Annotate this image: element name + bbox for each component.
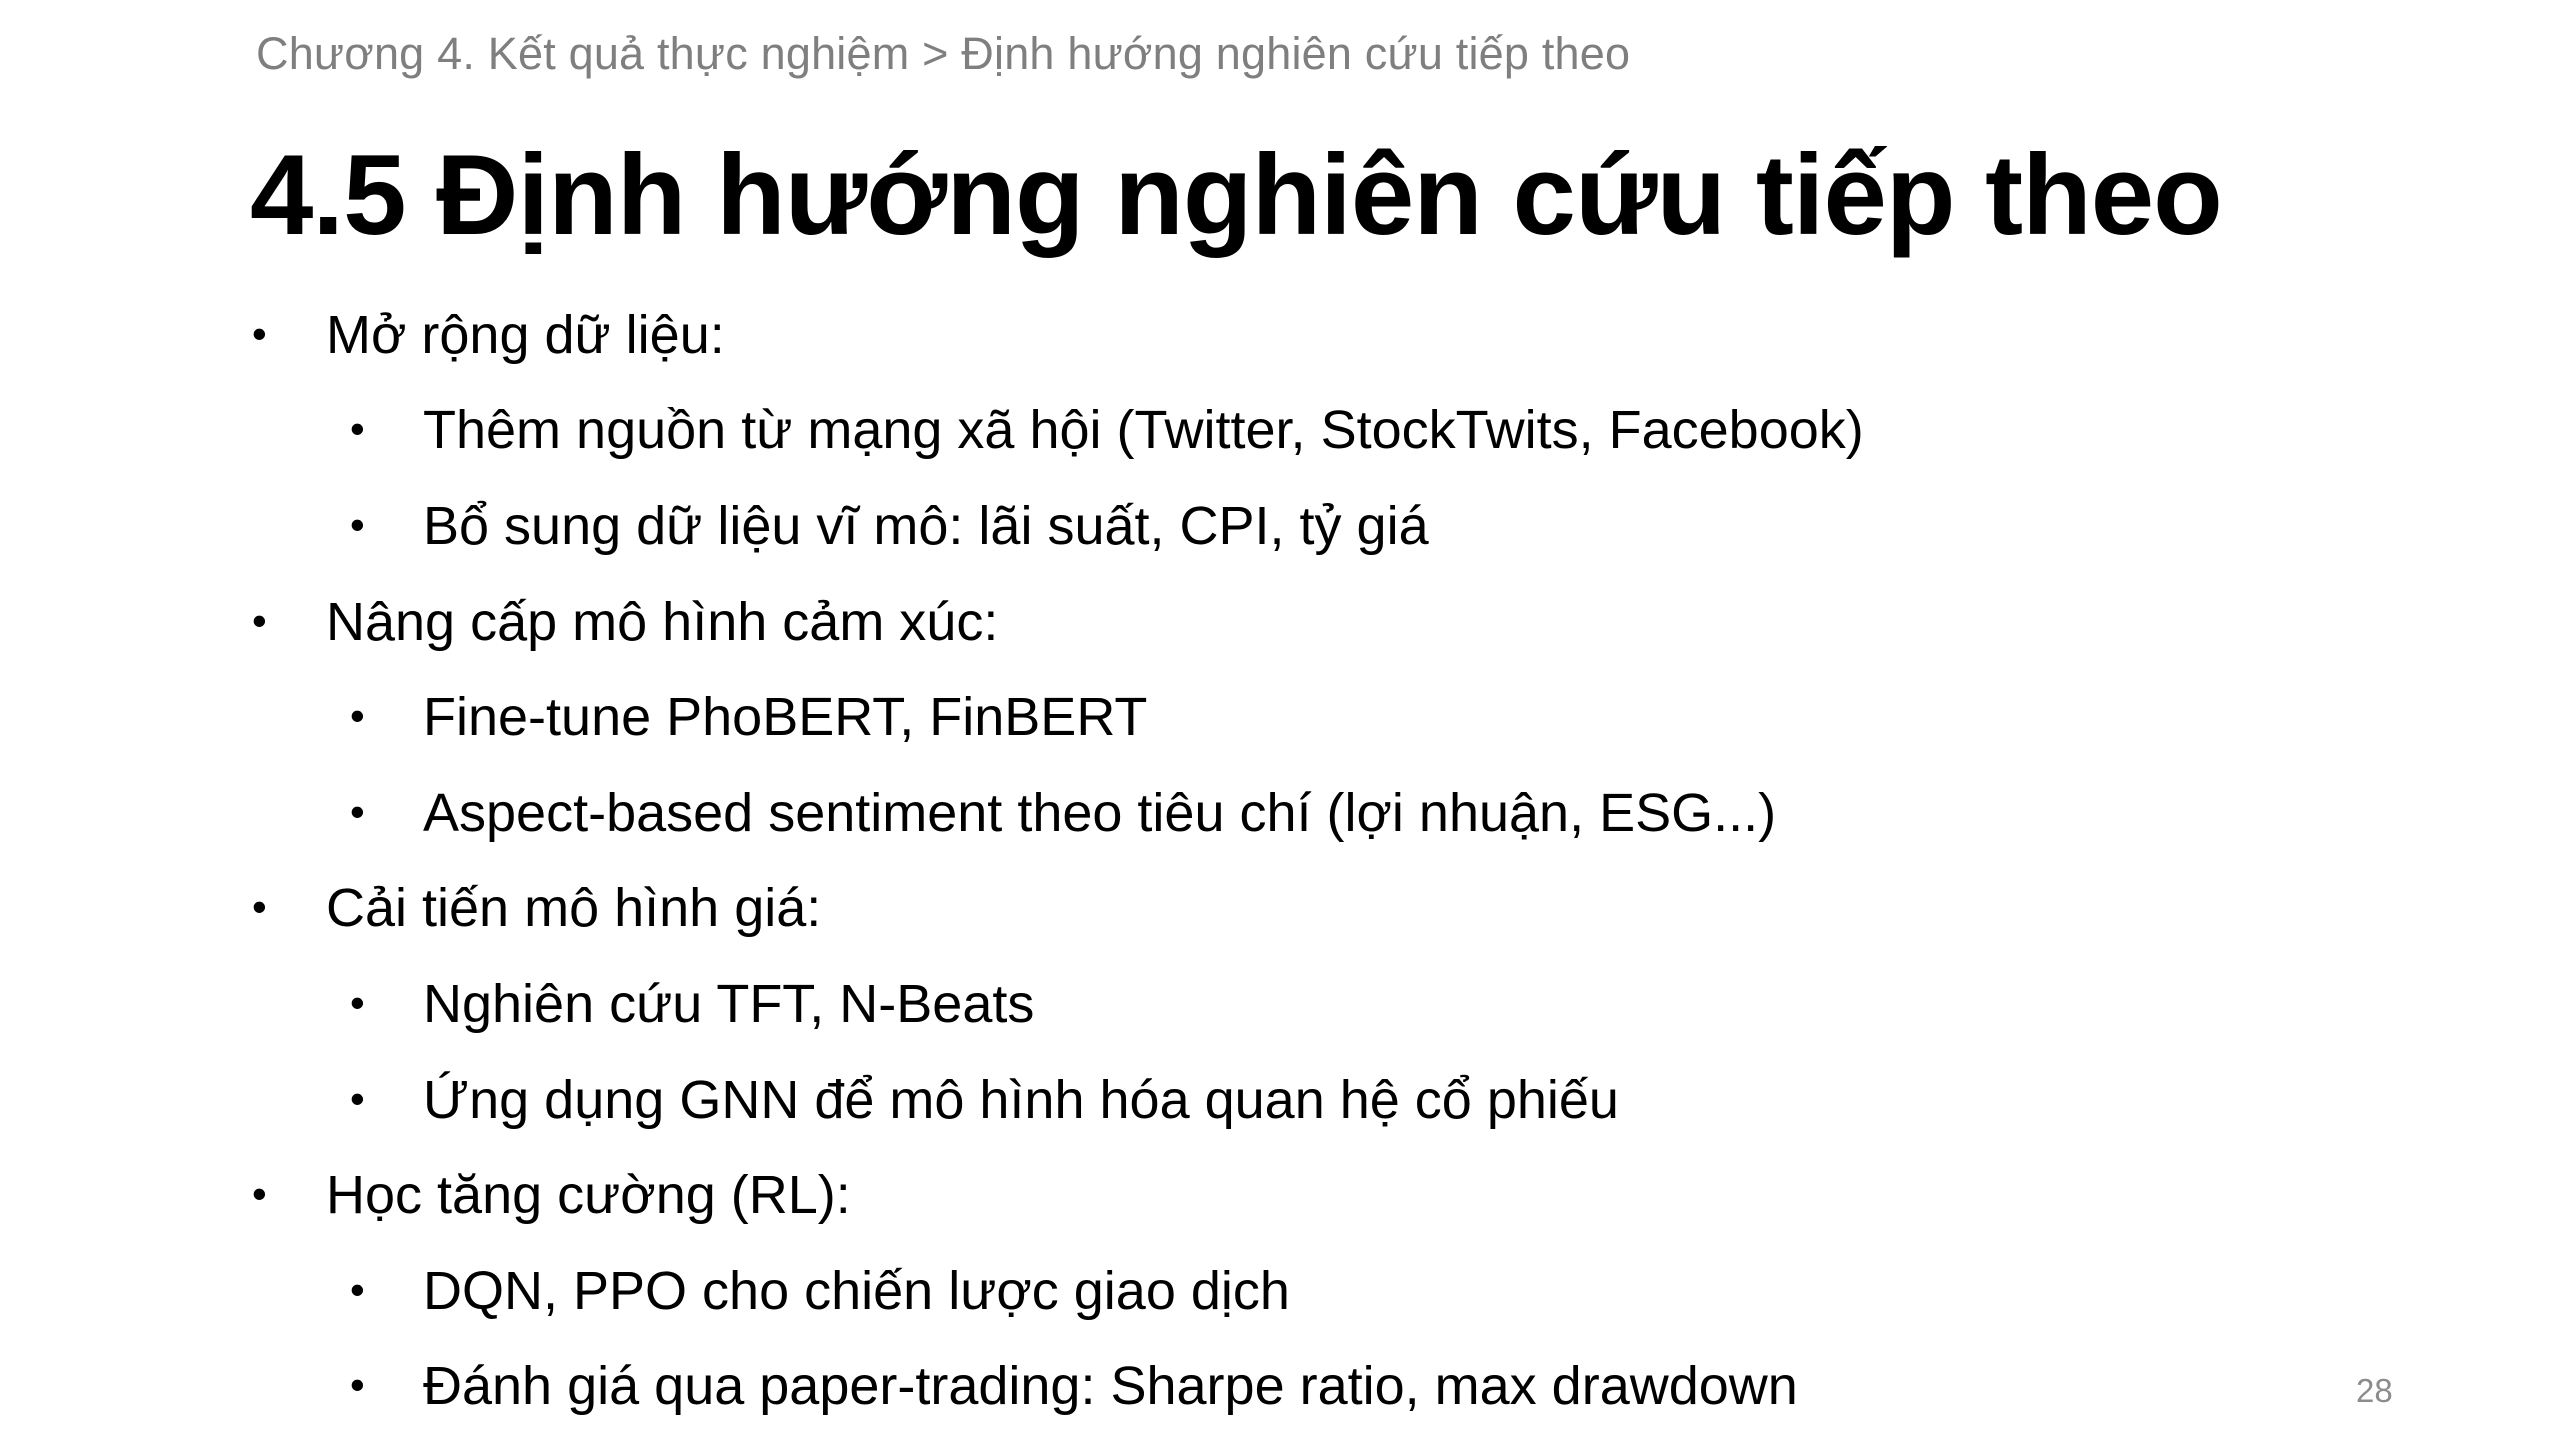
breadcrumb: Chương 4. Kết quả thực nghiệm > Định hướ… [256, 28, 1631, 79]
list-item-heading: Học tăng cường (RL): [326, 1165, 851, 1225]
bullet-icon: • [252, 310, 267, 357]
bullet-icon: • [350, 979, 365, 1026]
slide: Chương 4. Kết quả thực nghiệm > Định hướ… [0, 0, 2560, 1440]
list-item-heading: Mở rộng dữ liệu: [326, 305, 725, 365]
bullet-icon: • [350, 788, 365, 835]
list-item: DQN, PPO cho chiến lược giao dịch [423, 1261, 1290, 1321]
bullet-icon: • [350, 1266, 365, 1313]
list-item: Nghiên cứu TFT, N-Beats [423, 974, 1035, 1034]
bullet-icon: • [252, 1170, 267, 1217]
list-item-heading: Cải tiến mô hình giá: [326, 878, 822, 938]
bullet-icon: • [252, 597, 267, 644]
bullet-icon: • [350, 1361, 365, 1408]
page-number: 28 [2356, 1372, 2393, 1409]
bullet-icon: • [350, 501, 365, 548]
bullet-icon: • [350, 1075, 365, 1122]
bullet-icon: • [252, 883, 267, 930]
list-item-heading: Nâng cấp mô hình cảm xúc: [326, 592, 999, 652]
page-title: 4.5 Định hướng nghiên cứu tiếp theo [250, 132, 2223, 259]
list-item: Thêm nguồn từ mạng xã hội (Twitter, Stoc… [423, 400, 1864, 460]
list-item: Fine-tune PhoBERT, FinBERT [423, 687, 1148, 747]
list-item: Ứng dụng GNN để mô hình hóa quan hệ cổ p… [423, 1070, 1619, 1130]
list-item: Đánh giá qua paper-trading: Sharpe ratio… [423, 1356, 1798, 1416]
bullet-icon: • [350, 405, 365, 452]
bullet-icon: • [350, 692, 365, 739]
list-item: Aspect-based sentiment theo tiêu chí (lợ… [423, 783, 1777, 843]
list-item: Bổ sung dữ liệu vĩ mô: lãi suất, CPI, tỷ… [423, 496, 1429, 556]
